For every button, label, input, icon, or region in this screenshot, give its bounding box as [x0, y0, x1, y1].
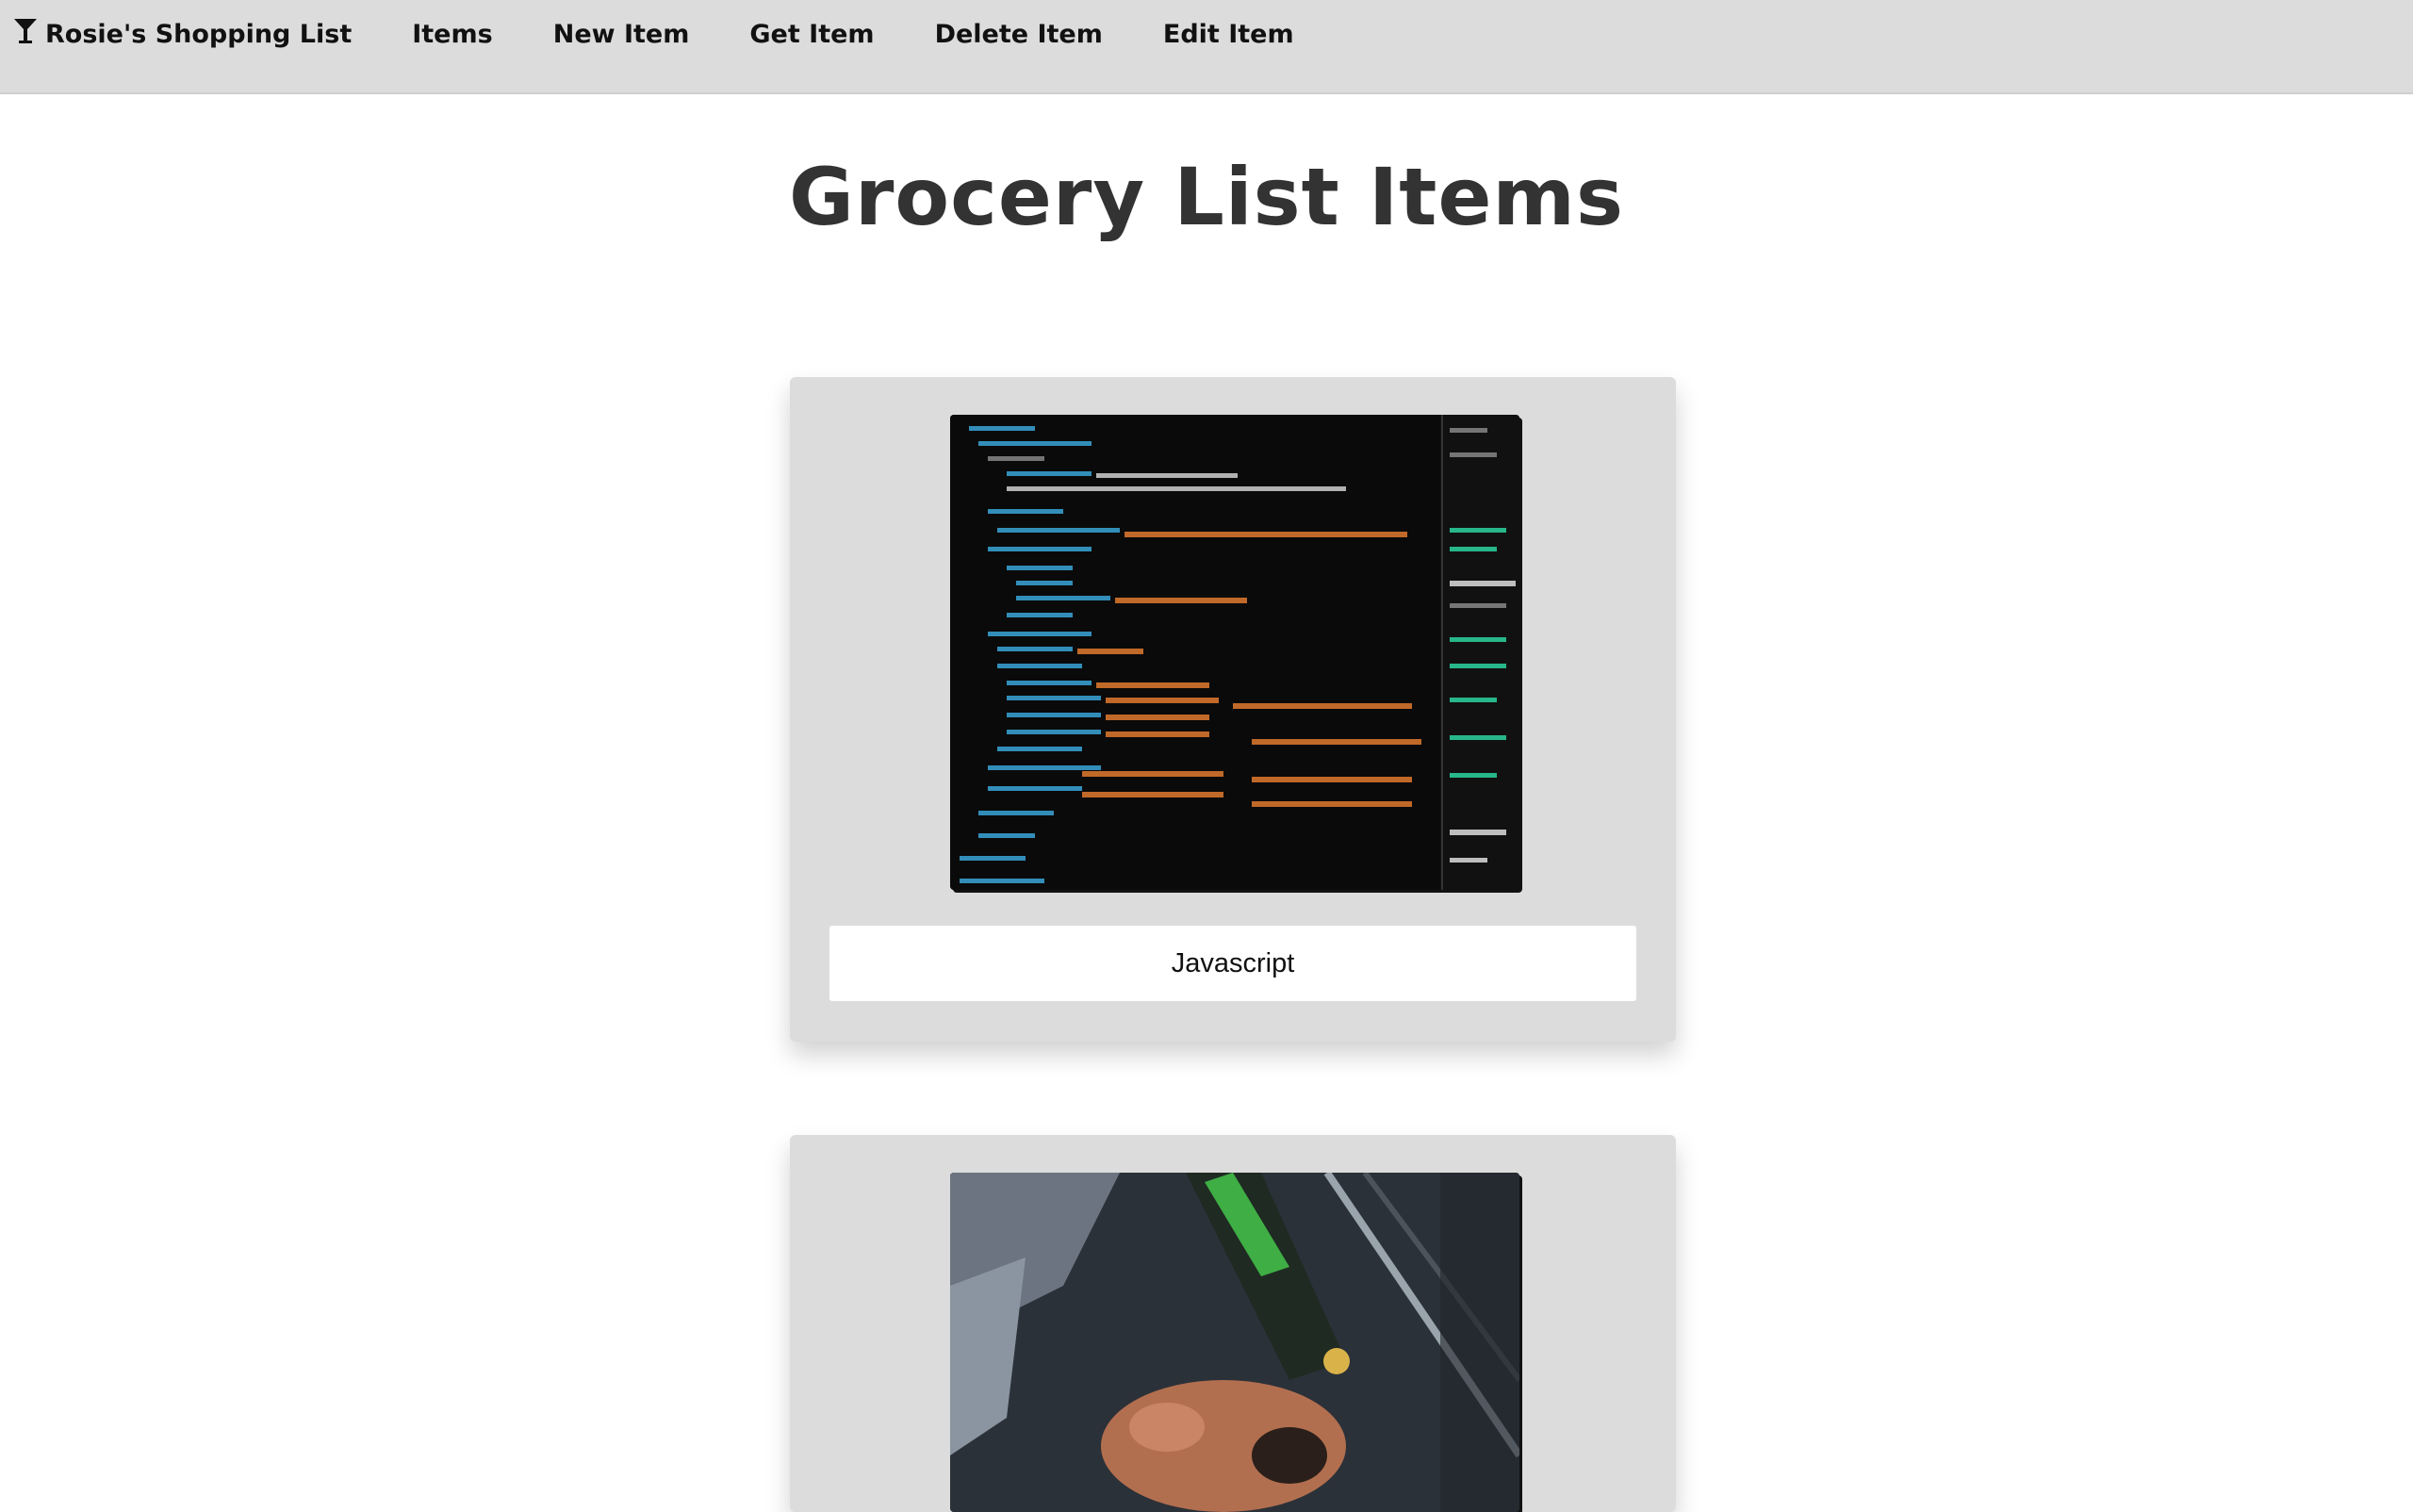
item-card — [790, 1135, 1676, 1512]
cocktail-glass-icon — [13, 17, 45, 52]
brand-link[interactable]: Rosie's Shopping List — [13, 0, 352, 68]
item-image[interactable] — [950, 1173, 1519, 1512]
brand-label: Rosie's Shopping List — [45, 19, 353, 49]
code-editor-photo — [950, 415, 1519, 890]
nav-edit-item[interactable]: Edit Item — [1163, 0, 1294, 68]
item-image[interactable] — [950, 415, 1519, 890]
nav-items[interactable]: Items — [412, 0, 492, 68]
item-label[interactable]: Javascript — [829, 926, 1636, 1001]
nav-get-item[interactable]: Get Item — [749, 0, 874, 68]
item-card: Javascript — [790, 377, 1676, 1042]
page-title: Grocery List Items — [789, 151, 1624, 243]
top-navbar: Rosie's Shopping List Items New Item Get… — [0, 0, 2413, 94]
nav-new-item[interactable]: New Item — [553, 0, 690, 68]
nav-delete-item[interactable]: Delete Item — [935, 0, 1103, 68]
hands-repairing-bike-photo — [950, 1173, 1519, 1512]
